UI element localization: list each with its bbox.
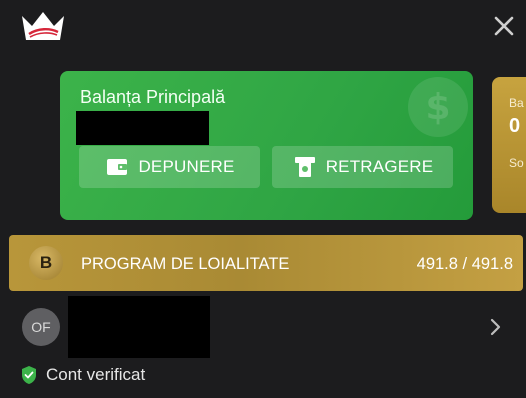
deposit-button[interactable]: DEPUNERE: [79, 146, 260, 188]
close-icon[interactable]: [490, 12, 518, 40]
bonus-card-title: Ba: [509, 96, 524, 110]
balance-amount-masked: [76, 111, 209, 145]
user-profile-row[interactable]: OF: [0, 296, 526, 360]
deposit-label: DEPUNERE: [138, 157, 235, 176]
main-balance-card: $ Balanța Principală DEPUNERE RETRAGERE: [60, 71, 473, 220]
withdraw-label: RETRAGERE: [325, 157, 434, 176]
loyalty-badge-icon: B: [29, 246, 63, 280]
user-name-masked: [68, 296, 210, 358]
cash-withdraw-icon: [292, 155, 318, 179]
bonus-card-value: 0: [509, 115, 521, 137]
crown-logo-icon[interactable]: [20, 10, 66, 44]
wallet-icon: [104, 155, 130, 179]
loyalty-program-bar[interactable]: B PROGRAM DE LOIALITATE 491.8 / 491.8: [9, 235, 523, 291]
svg-text:$: $: [425, 87, 450, 128]
withdraw-button[interactable]: RETRAGERE: [272, 146, 453, 188]
verified-text: Cont verificat: [46, 365, 146, 384]
avatar: OF: [22, 308, 60, 346]
bonus-card-subtitle: So: [509, 156, 524, 170]
loyalty-label: PROGRAM DE LOIALITATE: [81, 255, 290, 273]
account-verified-status: Cont verificat: [20, 365, 145, 385]
chevron-right-icon[interactable]: [487, 316, 503, 338]
bonus-balance-card[interactable]: Ba 0 So: [492, 77, 526, 213]
dollar-watermark-icon: $: [406, 75, 470, 139]
balance-title: Balanța Principală: [80, 87, 226, 107]
loyalty-points: 491.8 / 491.8: [416, 255, 513, 273]
shield-check-icon: [20, 365, 38, 385]
